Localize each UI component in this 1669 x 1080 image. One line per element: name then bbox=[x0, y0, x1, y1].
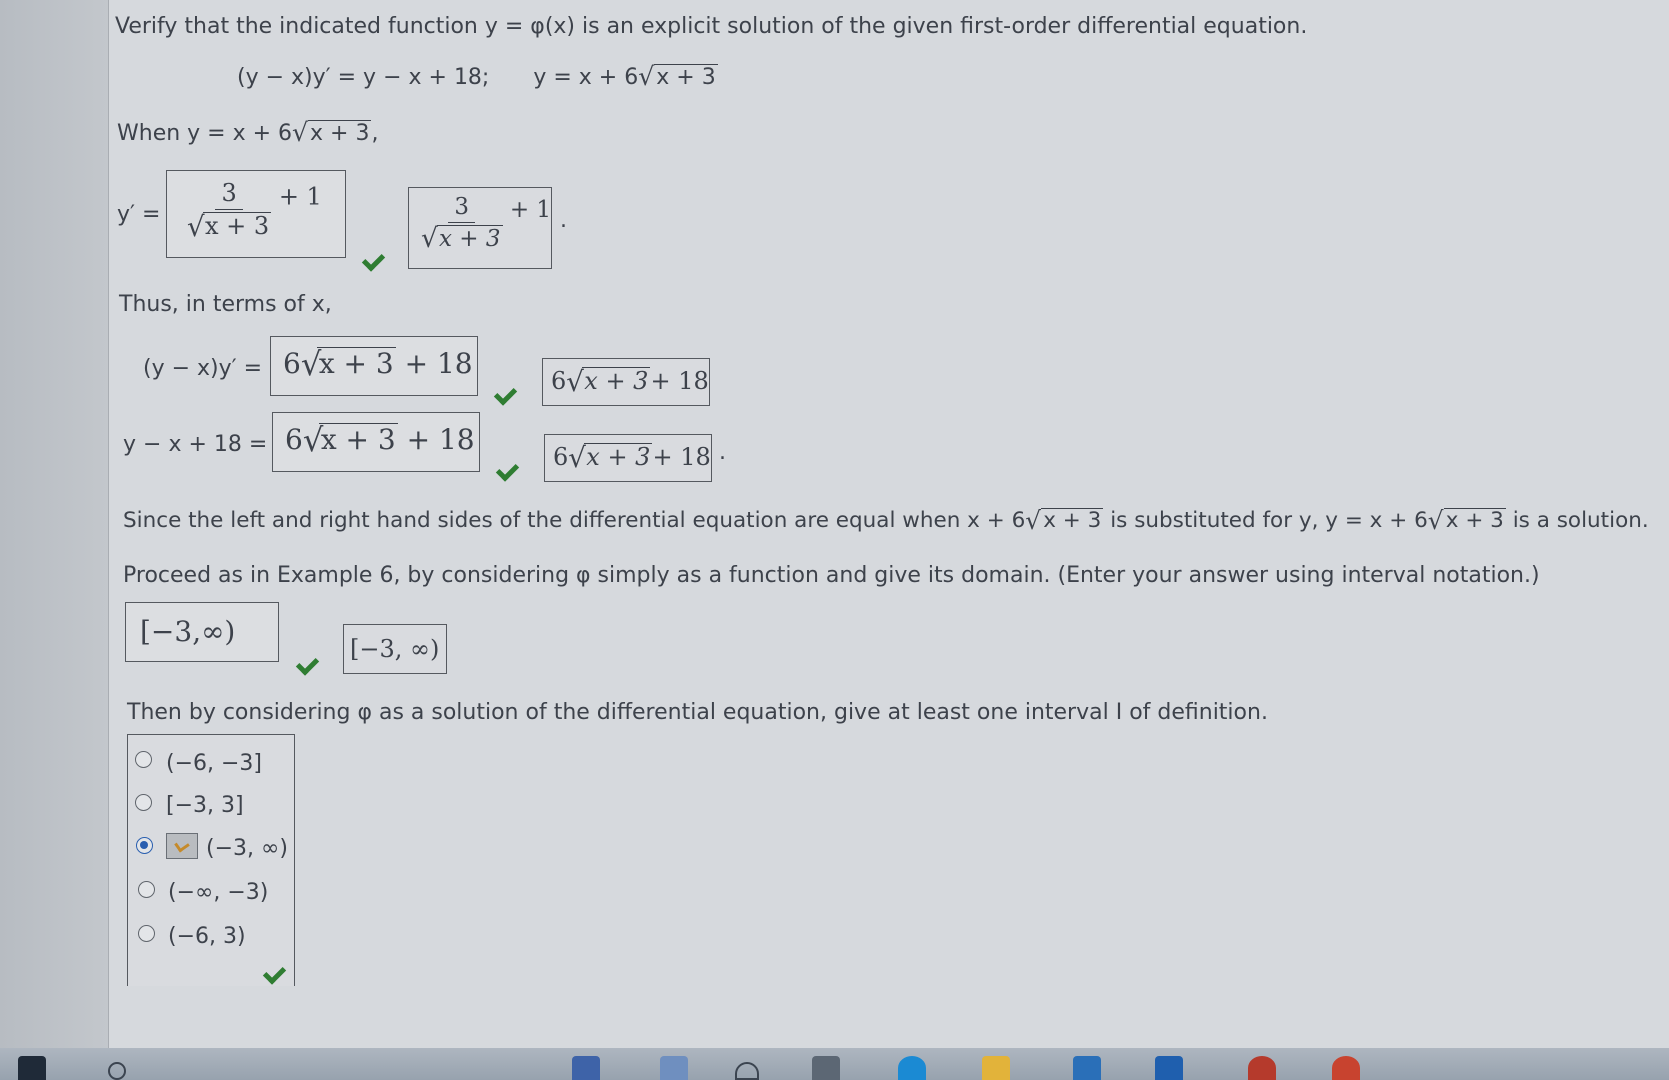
domain-question: Proceed as in Example 6, by considering … bbox=[123, 563, 1540, 588]
derivative-answer-fraction: 3 x + 3 bbox=[421, 194, 503, 254]
question-prompt: Verify that the indicated function y = φ… bbox=[115, 14, 1308, 39]
differential-equation: (y − x)y′ = y − x + 18; y = x + 6x + 3 bbox=[237, 62, 718, 91]
lhs-check-icon bbox=[495, 382, 521, 402]
derivative-input-fraction: 3 x + 3 bbox=[187, 179, 272, 243]
task-view-icon[interactable] bbox=[812, 1056, 840, 1080]
option-label-1: (−6, −3] bbox=[166, 751, 263, 776]
rhs-label: y − x + 18 = bbox=[123, 432, 268, 457]
rhs-check-icon bbox=[497, 458, 523, 478]
pen-app-icon[interactable] bbox=[572, 1056, 600, 1080]
equation-text: (y − x)y′ = y − x + 18; bbox=[237, 65, 490, 90]
domain-input-box[interactable]: [−3,∞) bbox=[125, 602, 279, 662]
edge-icon[interactable] bbox=[898, 1056, 926, 1080]
domain-answer-box: [−3, ∞) bbox=[343, 624, 447, 674]
search-icon[interactable] bbox=[108, 1062, 126, 1080]
function-sqrt: x + 3 bbox=[638, 62, 718, 91]
domain-answer-value: [−3, ∞) bbox=[350, 635, 440, 663]
option-label-5: (−6, 3) bbox=[168, 924, 246, 949]
function-text: y = x + 6 bbox=[533, 65, 639, 90]
option-radio-2[interactable] bbox=[135, 794, 152, 811]
chrome-icon[interactable] bbox=[1332, 1056, 1360, 1080]
derivative-input-box[interactable]: 3 x + 3 + 1 bbox=[166, 170, 346, 258]
when-line: When y = x + 6x + 3, bbox=[117, 118, 378, 147]
option-label-4: (−∞, −3) bbox=[168, 880, 269, 905]
start-icon[interactable] bbox=[18, 1056, 46, 1080]
option-radio-5[interactable] bbox=[138, 925, 155, 942]
store-icon[interactable] bbox=[1073, 1056, 1101, 1080]
option-radio-1[interactable] bbox=[135, 751, 152, 768]
option-radio-4[interactable] bbox=[138, 881, 155, 898]
interval-question: Then by considering φ as a solution of t… bbox=[127, 700, 1268, 725]
rhs-period: . bbox=[719, 440, 726, 465]
paint-app-icon[interactable] bbox=[660, 1056, 688, 1080]
app-red-icon[interactable] bbox=[1248, 1056, 1276, 1080]
taskbar bbox=[0, 1048, 1669, 1080]
option-label-3: (−3, ∞) bbox=[206, 836, 288, 861]
option-label-2: [−3, 3] bbox=[166, 793, 244, 818]
lhs-answer-box: 6x + 3+ 18 bbox=[542, 358, 710, 406]
lhs-label: (y − x)y′ = bbox=[143, 356, 263, 381]
domain-input-value: [−3,∞) bbox=[140, 615, 236, 648]
answer-key-icon bbox=[166, 833, 198, 859]
option-radio-3[interactable] bbox=[136, 837, 153, 854]
derivative-period: . bbox=[560, 208, 567, 233]
interval-options: (−6, −3] [−3, 3] (−3, ∞) (−∞, −3) (−6, 3… bbox=[127, 734, 295, 986]
rhs-input-box[interactable]: 6x + 3 + 18 bbox=[272, 412, 480, 472]
since-line: Since the left and right hand sides of t… bbox=[123, 506, 1649, 535]
domain-check-icon bbox=[297, 652, 323, 672]
rhs-answer-box: 6x + 3+ 18 bbox=[544, 434, 712, 482]
file-explorer-icon[interactable] bbox=[982, 1056, 1010, 1080]
question-panel: Verify that the indicated function y = φ… bbox=[108, 0, 1669, 1048]
derivative-label: y′ = bbox=[117, 202, 161, 227]
interval-check-icon bbox=[264, 961, 290, 981]
derivative-check-icon bbox=[363, 248, 389, 268]
lhs-input-box[interactable]: 6x + 3 + 18 bbox=[270, 336, 478, 396]
mail-icon[interactable] bbox=[1155, 1056, 1183, 1080]
when-sqrt: x + 3 bbox=[292, 118, 372, 147]
thus-line: Thus, in terms of x, bbox=[119, 292, 332, 317]
derivative-answer-box: 3 x + 3 + 1 bbox=[408, 187, 552, 269]
cortana-icon[interactable] bbox=[735, 1062, 759, 1080]
left-gutter bbox=[0, 0, 108, 1048]
